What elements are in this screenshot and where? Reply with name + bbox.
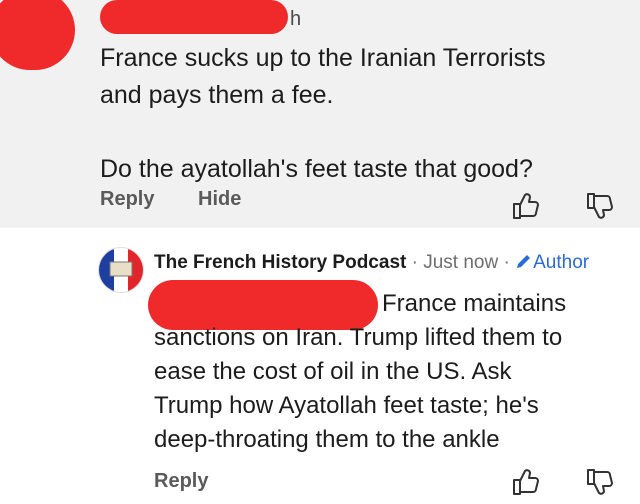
comment-timestamp: h <box>290 8 302 30</box>
flag-avatar-icon <box>99 248 143 292</box>
redacted-avatar <box>0 0 75 70</box>
reply-button[interactable]: Reply <box>100 188 154 210</box>
comment-line-2: and pays them a fee. <box>100 81 334 109</box>
thumbs-down-icon[interactable] <box>584 466 616 498</box>
reply-line-2: sanctions on Iran. Trump lifted them to <box>154 324 563 351</box>
comment-actions: Reply Hide <box>100 188 279 211</box>
reply-line-1: France maintains <box>382 290 567 317</box>
reply-line-4: Trump how Ayatollah feet taste; he's <box>154 392 539 419</box>
redacted-username <box>100 0 288 34</box>
separator: · <box>498 252 516 273</box>
thumbs-up-icon[interactable] <box>510 190 542 222</box>
thumbs-up-icon[interactable] <box>510 466 542 498</box>
author-badge: Author <box>515 252 589 273</box>
author-badge-label: Author <box>533 252 590 273</box>
comment-text: France sucks up to the Iranian Terrorist… <box>100 40 620 188</box>
reply-header: The French History Podcast · Just now · … <box>154 252 589 274</box>
reply-button[interactable]: Reply <box>154 470 208 493</box>
avatar[interactable] <box>98 247 144 293</box>
reply-text: France maintains sanctions on Iran. Trum… <box>154 287 624 457</box>
comment-line-3: Do the ayatollah's feet taste that good? <box>100 155 533 183</box>
reply-line-3: ease the cost of oil in the US. Ask <box>154 358 512 385</box>
separator: · <box>406 252 424 273</box>
reply-timestamp: Just now <box>423 252 499 273</box>
comment-card: h France sucks up to the Iranian Terrori… <box>0 0 640 228</box>
reply-author-name[interactable]: The French History Podcast <box>154 252 406 273</box>
pencil-icon <box>517 255 531 268</box>
thumbs-down-icon[interactable] <box>584 190 616 222</box>
comment-line-1: France sucks up to the Iranian Terrorist… <box>100 44 546 72</box>
hide-button[interactable]: Hide <box>198 188 241 210</box>
reply-line-5: deep-throating them to the ankle <box>154 426 500 453</box>
